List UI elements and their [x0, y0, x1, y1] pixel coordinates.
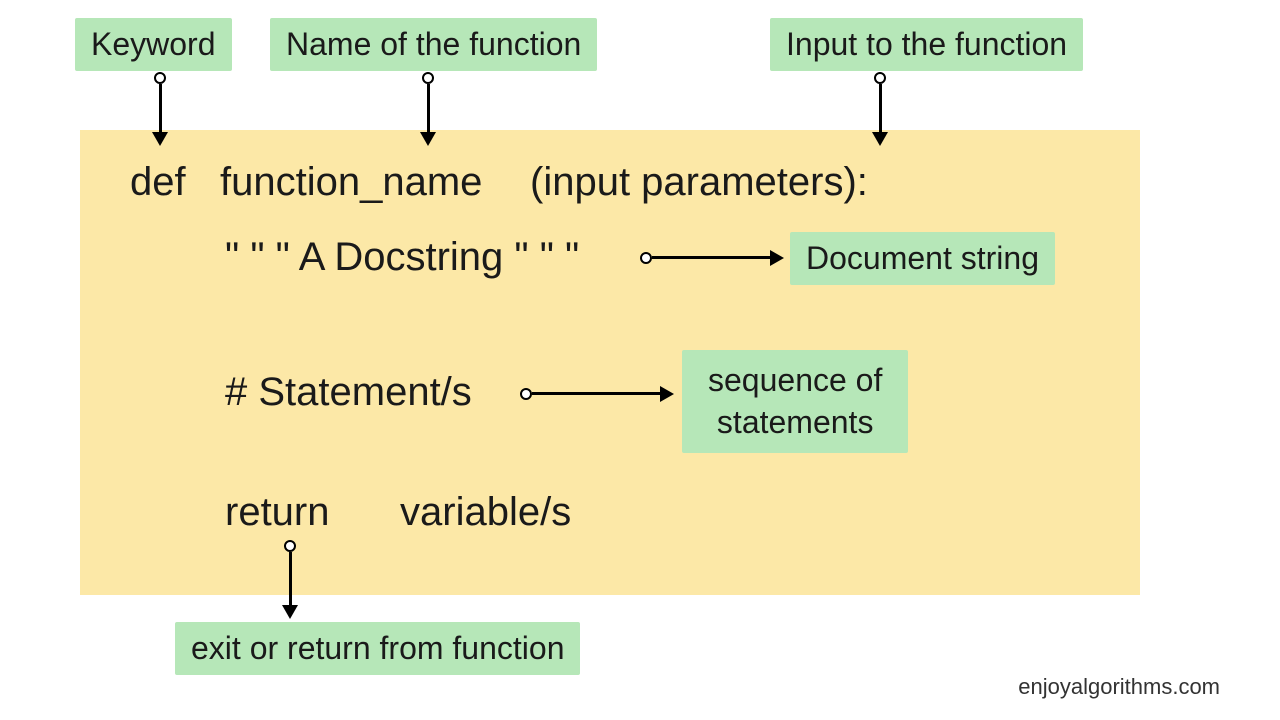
code-return-variable: variable/s	[400, 490, 571, 535]
code-statements: # Statement/s	[225, 370, 472, 415]
arrow-line	[879, 84, 882, 134]
label-keyword: Keyword	[75, 18, 232, 71]
code-docstring: " " " A Docstring " " "	[225, 235, 579, 280]
arrow-line	[652, 256, 772, 259]
circle-marker	[874, 72, 886, 84]
label-statements: sequence of statements	[682, 350, 908, 453]
code-function-name: function_name	[220, 160, 482, 205]
arrow-line	[427, 84, 430, 134]
arrow-head	[152, 132, 168, 146]
code-parameters: (input parameters):	[530, 160, 868, 205]
circle-marker	[640, 252, 652, 264]
arrow-line	[289, 552, 292, 607]
arrow-head	[282, 605, 298, 619]
label-input: Input to the function	[770, 18, 1083, 71]
circle-marker	[422, 72, 434, 84]
watermark: enjoyalgorithms.com	[1018, 674, 1220, 700]
circle-marker	[284, 540, 296, 552]
label-statements-line2: statements	[717, 404, 874, 440]
arrow-head	[660, 386, 674, 402]
code-def-keyword: def	[130, 160, 186, 205]
circle-marker	[154, 72, 166, 84]
arrow-line	[159, 84, 162, 134]
label-function-name: Name of the function	[270, 18, 597, 71]
label-statements-line1: sequence of	[708, 362, 882, 398]
arrow-line	[532, 392, 662, 395]
code-return-keyword: return	[225, 490, 330, 535]
arrow-head	[872, 132, 888, 146]
arrow-head	[770, 250, 784, 266]
label-docstring: Document string	[790, 232, 1055, 285]
arrow-head	[420, 132, 436, 146]
circle-marker	[520, 388, 532, 400]
label-return: exit or return from function	[175, 622, 580, 675]
